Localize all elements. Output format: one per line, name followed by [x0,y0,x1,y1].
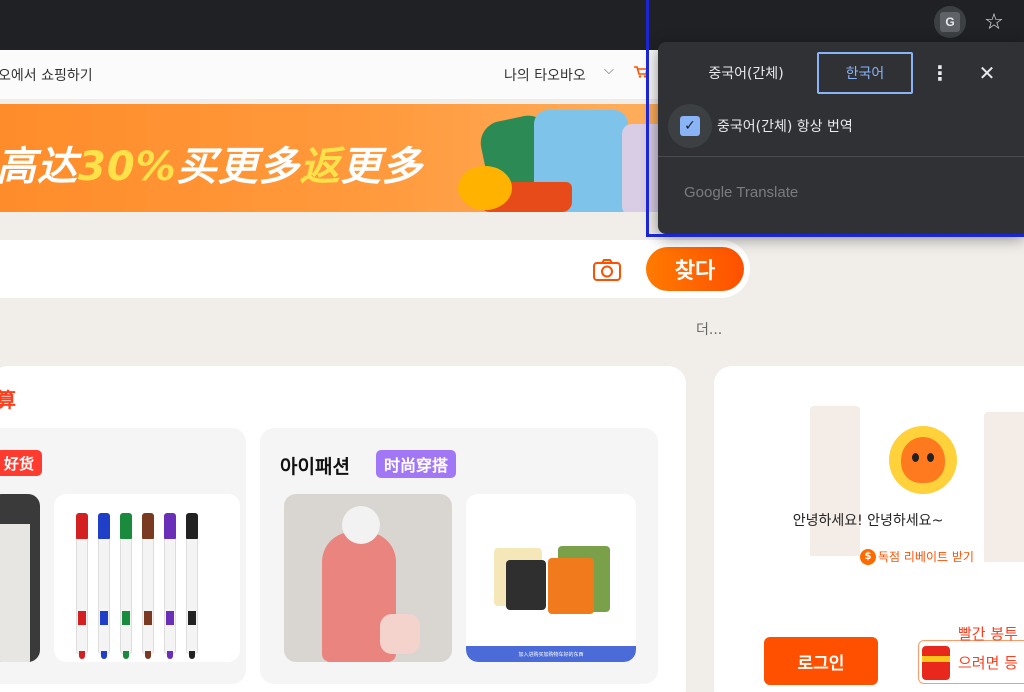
coin-icon: $ [860,548,876,565]
card-title: 算 [0,388,16,412]
rebate-label: 독점 리베이트 받기 [878,550,974,564]
login-button[interactable]: 로그인 [764,637,878,685]
bags-caption: 加入进购买加购物车好的东西 [466,646,636,662]
product-image-bags[interactable]: 加入进购买加购物车好的东西 [466,494,636,662]
pagoda-decoration [810,406,860,556]
product-image-markers[interactable] [54,494,240,662]
greeting-text: 안녕하세요! 안녕하세요~ [792,513,944,529]
avatar [889,426,957,494]
nav-my-taobao-link[interactable]: 나의 타오바오 [504,65,586,85]
red-packet-text-line1: 빨간 봉투 [958,625,1018,643]
search-button[interactable]: 찾다 [646,247,744,291]
search-input[interactable] [0,240,750,298]
ai-fashion-title: 아이패션 [280,456,350,478]
fashion-tag: 时尚穿搭 [376,450,457,478]
promo-banner[interactable]: 高达30%买更多返更多 [0,104,688,212]
red-packet-text-line2: 으려면 등 [958,654,1018,672]
product-image-robe[interactable] [284,494,452,662]
banner-mascot-image [458,166,512,210]
nav-site-title[interactable]: 오에서 쇼핑하기 [0,65,93,85]
good-goods-tag: 好货 [0,450,43,476]
banner-headline: 高达30%买更多返更多 [0,144,423,190]
product-image-shirt[interactable] [0,494,40,662]
pagoda-decoration [984,412,1024,562]
more-link[interactable]: 더... [696,319,722,339]
chevron-down-icon[interactable]: ⌵ [604,63,614,78]
selection-highlight [646,0,1024,237]
rebate-link[interactable]: $ 독점 리베이트 받기 [860,548,974,565]
red-envelope-icon [922,646,950,680]
camera-icon[interactable] [592,258,622,282]
